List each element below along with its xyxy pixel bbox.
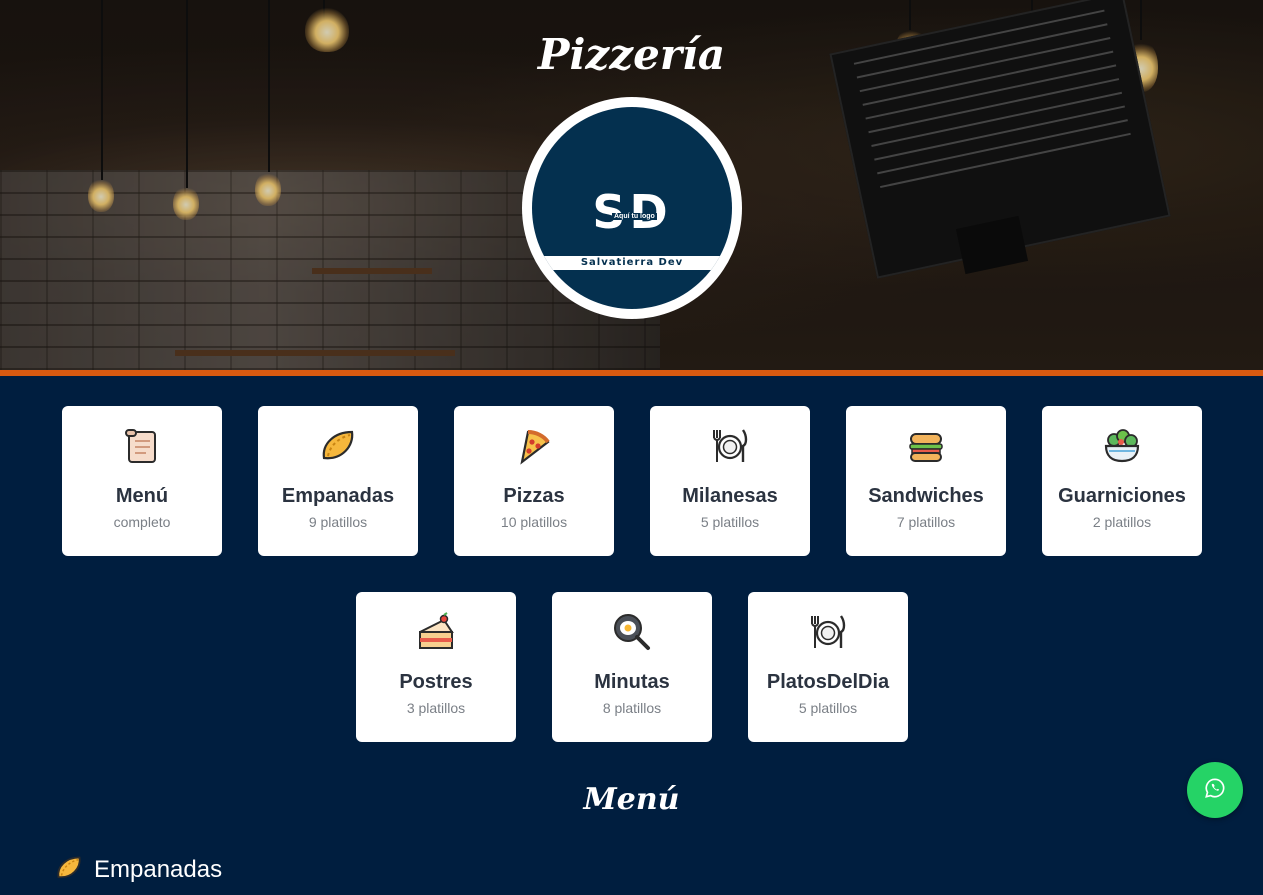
- category-subtitle: 10 platillos: [500, 514, 568, 530]
- category-card-postres[interactable]: Postres 3 platillos: [356, 592, 516, 742]
- menu-category-heading: Empanadas: [54, 854, 222, 886]
- logo-badge: SD Aquí tu logo Salvatierra Dev: [532, 107, 732, 309]
- category-card-milanesas[interactable]: Milanesas 5 platillos: [650, 406, 810, 556]
- category-subtitle: 7 platillos: [896, 514, 956, 530]
- category-title: Postres: [399, 671, 473, 693]
- category-title: Empanadas: [281, 485, 395, 507]
- plate-cutlery-icon: [650, 426, 810, 466]
- category-card-pizzas[interactable]: Pizzas 10 platillos: [454, 406, 614, 556]
- category-card-minutas[interactable]: Minutas 8 platillos: [552, 592, 712, 742]
- category-title: Guarniciones: [1058, 485, 1186, 507]
- logo-name: Salvatierra Dev: [580, 257, 684, 268]
- category-subtitle: 2 platillos: [1092, 514, 1152, 530]
- whatsapp-button[interactable]: [1187, 762, 1243, 818]
- category-card-empanadas[interactable]: Empanadas 9 platillos: [258, 406, 418, 556]
- category-subtitle: 5 platillos: [700, 514, 760, 530]
- category-subtitle: 3 platillos: [406, 700, 466, 716]
- category-subtitle: 5 platillos: [798, 700, 858, 716]
- logo-tagline: Aquí tu logo: [612, 213, 657, 220]
- category-subtitle: completo: [113, 514, 171, 530]
- category-card-platosdeldia[interactable]: PlatosDelDia 5 platillos: [748, 592, 908, 742]
- hero-accent-bar: [0, 370, 1263, 376]
- pizza-slice-icon: [454, 426, 614, 466]
- salad-bowl-icon: [1042, 426, 1202, 466]
- plate-cutlery-icon: [748, 612, 908, 652]
- page-title: Pizzería: [537, 30, 726, 79]
- empanada-icon: [258, 426, 418, 466]
- category-subtitle: 8 platillos: [602, 700, 662, 716]
- restaurant-logo: SD Aquí tu logo Salvatierra Dev: [522, 97, 742, 319]
- category-title: Menú: [115, 485, 169, 507]
- category-card-sandwiches[interactable]: Sandwiches 7 platillos: [846, 406, 1006, 556]
- category-card-guarniciones[interactable]: Guarniciones 2 platillos: [1042, 406, 1202, 556]
- sandwich-icon: [846, 426, 1006, 466]
- menu-category-label: Empanadas: [94, 856, 223, 883]
- whatsapp-icon: [1204, 777, 1226, 804]
- menu-section-title: Menú: [583, 782, 680, 817]
- logo-initials: SD: [592, 185, 672, 239]
- category-title: Sandwiches: [868, 485, 984, 507]
- category-title: Pizzas: [503, 485, 565, 507]
- empanada-icon: [54, 853, 84, 888]
- category-subtitle: 9 platillos: [308, 514, 368, 530]
- category-title: PlatosDelDia: [766, 671, 890, 693]
- frying-pan-icon: [552, 612, 712, 652]
- category-title: Milanesas: [682, 485, 778, 507]
- category-card-menu[interactable]: Menú completo: [62, 406, 222, 556]
- scroll-icon: [62, 426, 222, 466]
- category-title: Minutas: [594, 671, 670, 693]
- cake-slice-icon: [356, 612, 516, 652]
